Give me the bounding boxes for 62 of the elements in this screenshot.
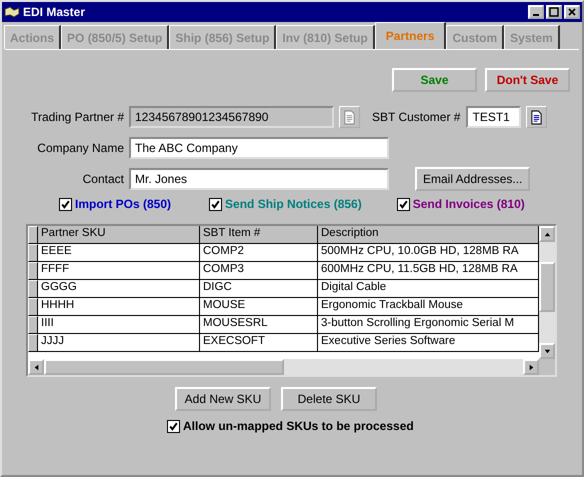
row-header[interactable] — [28, 244, 38, 262]
maximize-button[interactable] — [546, 5, 562, 19]
row-header[interactable] — [28, 298, 38, 316]
checkbox-label: Send Invoices (810) — [412, 197, 525, 211]
horizontal-scrollbar[interactable] — [28, 359, 539, 375]
document-icon — [343, 110, 356, 124]
close-button[interactable] — [564, 5, 580, 19]
table-cell: FFFF — [38, 262, 200, 280]
down-arrow-icon — [542, 346, 552, 356]
table-cell: COMP2 — [200, 244, 318, 262]
row-header[interactable] — [28, 280, 38, 298]
scroll-thumb[interactable] — [539, 262, 555, 312]
table-cell: IIII — [38, 316, 200, 334]
checkbox-label: Import POs (850) — [75, 197, 172, 211]
customer-field[interactable]: TEST1 — [466, 106, 522, 128]
table-cell: EEEE — [38, 244, 200, 262]
checkbox[interactable] — [396, 198, 410, 210]
table-cell: 3-button Scrolling Ergonomic Serial M — [318, 316, 539, 334]
table-cell: HHHH — [38, 298, 200, 316]
checkbox[interactable] — [209, 198, 222, 210]
sku-button[interactable]: Delete SKU — [281, 387, 377, 411]
column-header[interactable]: Description — [318, 226, 539, 244]
dont-save-button[interactable]: Don't Save — [485, 68, 570, 92]
company-name-field[interactable]: The ABC Company — [129, 137, 389, 159]
table-cell: 500MHz CPU, 10.0GB HD, 128MB RA — [318, 244, 539, 262]
sku-button[interactable]: Add New SKU — [175, 387, 271, 411]
row-header[interactable] — [28, 262, 38, 280]
table-cell: DIGC — [200, 280, 318, 298]
minimize-icon — [533, 14, 539, 16]
close-icon — [567, 7, 577, 17]
column-header[interactable]: SBT Item # — [200, 226, 318, 244]
table-cell: 600MHz CPU, 11.5GB HD, 128MB RA — [318, 262, 539, 280]
table-cell: Digital Cable — [318, 280, 539, 298]
checkbox[interactable] — [59, 198, 72, 210]
maximize-icon — [549, 7, 559, 17]
vertical-scrollbar[interactable] — [539, 226, 555, 359]
row-header[interactable] — [28, 316, 38, 334]
table-cell: EXECSOFT — [200, 334, 318, 352]
row-header[interactable] — [28, 334, 38, 352]
lookup-button[interactable] — [526, 106, 548, 128]
column-header[interactable]: Partner SKU — [38, 226, 200, 244]
table-cell: Executive Series Software — [318, 334, 539, 352]
table-cell: MOUSE — [200, 298, 318, 316]
document-icon — [530, 110, 544, 124]
table-cell: COMP3 — [200, 262, 318, 280]
checkbox-label: Send Ship Notices (856) — [225, 197, 362, 211]
field-label: SBT Customer # — [372, 110, 460, 124]
email-addresses-button[interactable]: Email Addresses... — [415, 167, 530, 191]
right-arrow-icon — [526, 362, 536, 372]
table-cell: Ergonomic Trackball Mouse — [318, 298, 539, 316]
minimize-button[interactable] — [528, 5, 544, 19]
table-cell: MOUSESRL — [200, 316, 318, 334]
scroll-thumb[interactable] — [44, 359, 284, 375]
table-cell: GGGG — [38, 280, 200, 298]
field-label: Company Name — [36, 141, 125, 155]
contact-field[interactable]: Mr. Jones — [129, 168, 389, 190]
table-cell: JJJJ — [38, 334, 200, 352]
field-label: Contact — [82, 172, 125, 186]
checkbox-label: Allow un-mapped SKUs to be processed — [183, 419, 414, 433]
checkbox[interactable] — [167, 420, 180, 432]
field-label: Trading Partner # — [30, 110, 125, 124]
window-title: EDI Master — [23, 5, 86, 19]
